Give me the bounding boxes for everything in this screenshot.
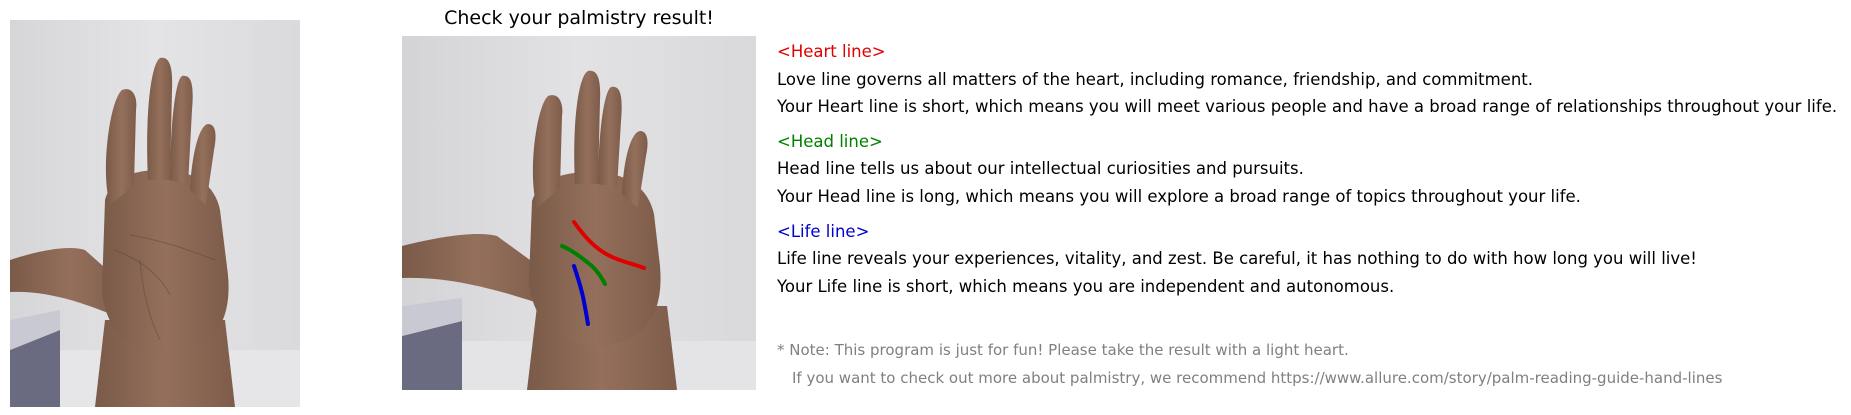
result-title: Check your palmistry result! [444, 7, 714, 29]
heart-line-result: Your Heart line is short, which means yo… [777, 97, 1838, 116]
life-line-description: Life line reveals your experiences, vita… [777, 249, 1697, 268]
head-line-heading: <Head line> [777, 132, 883, 151]
note-disclaimer: * Note: This program is just for fun! Pl… [777, 341, 1349, 359]
life-line-heading: <Life line> [777, 222, 870, 241]
heart-line-heading: <Heart line> [777, 42, 886, 61]
annotated-hand-image [402, 36, 756, 390]
original-hand-image [10, 20, 300, 407]
heart-line-description: Love line governs all matters of the hea… [777, 70, 1533, 89]
head-line-result: Your Head line is long, which means you … [777, 187, 1581, 206]
life-line-result: Your Life line is short, which means you… [777, 277, 1395, 296]
head-line-description: Head line tells us about our intellectua… [777, 159, 1304, 178]
note-reference: If you want to check out more about palm… [792, 369, 1723, 387]
